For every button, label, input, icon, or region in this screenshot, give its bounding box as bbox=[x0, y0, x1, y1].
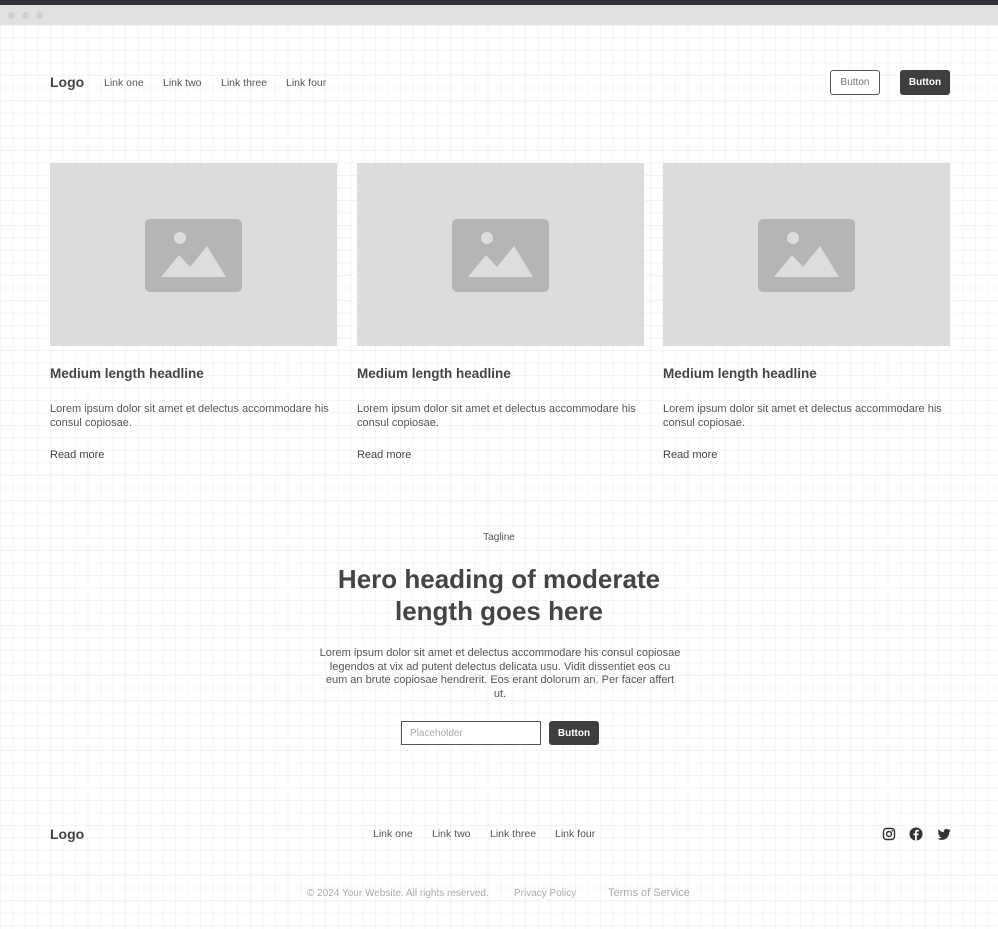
card-image bbox=[663, 163, 950, 346]
footer-link-two[interactable]: Link two bbox=[432, 828, 471, 840]
nav-link-three[interactable]: Link three bbox=[221, 77, 267, 89]
card-body-text: Lorem ipsum dolor sit amet et delectus a… bbox=[357, 403, 636, 429]
hero-body-text: Lorem ipsum dolor sit amet et delectus a… bbox=[319, 647, 681, 701]
footer-copyright: © 2024 Your Website. All rights reserved… bbox=[307, 888, 489, 899]
image-placeholder-icon bbox=[758, 219, 855, 292]
footer-logo[interactable]: Logo bbox=[50, 826, 84, 842]
hero-heading: Hero heading of moderate length goes her… bbox=[337, 564, 661, 626]
card-headline: Medium length headline bbox=[50, 366, 204, 381]
card-read-more-link[interactable]: Read more bbox=[357, 449, 411, 461]
card-read-more-link[interactable]: Read more bbox=[50, 449, 104, 461]
footer-link-three[interactable]: Link three bbox=[490, 828, 536, 840]
nav-link-two[interactable]: Link two bbox=[163, 77, 202, 89]
browser-chrome bbox=[0, 5, 998, 25]
nav-link-four[interactable]: Link four bbox=[286, 77, 326, 89]
twitter-icon[interactable] bbox=[937, 827, 951, 841]
image-placeholder-icon bbox=[452, 219, 549, 292]
hero-tagline: Tagline bbox=[483, 532, 515, 543]
hero-email-input[interactable] bbox=[401, 721, 541, 745]
header-secondary-button[interactable]: Button bbox=[830, 70, 880, 95]
instagram-icon[interactable] bbox=[882, 827, 896, 841]
card-headline: Medium length headline bbox=[663, 366, 817, 381]
window-dot-icon[interactable] bbox=[36, 12, 43, 19]
header-logo[interactable]: Logo bbox=[50, 74, 84, 90]
footer-link-four[interactable]: Link four bbox=[555, 828, 595, 840]
hero-submit-button[interactable]: Button bbox=[549, 721, 599, 745]
window-dot-icon[interactable] bbox=[8, 12, 15, 19]
card-image bbox=[50, 163, 337, 346]
window-dot-icon[interactable] bbox=[22, 12, 29, 19]
card-image bbox=[357, 163, 644, 346]
nav-link-one[interactable]: Link one bbox=[104, 77, 144, 89]
card-body-text: Lorem ipsum dolor sit amet et delectus a… bbox=[50, 403, 329, 429]
facebook-icon[interactable] bbox=[909, 827, 923, 841]
footer-link-one[interactable]: Link one bbox=[373, 828, 413, 840]
terms-of-service-link[interactable]: Terms of Service bbox=[608, 887, 690, 899]
card-read-more-link[interactable]: Read more bbox=[663, 449, 717, 461]
image-placeholder-icon bbox=[145, 219, 242, 292]
card-body-text: Lorem ipsum dolor sit amet et delectus a… bbox=[663, 403, 942, 429]
header-primary-button[interactable]: Button bbox=[900, 70, 950, 95]
card-headline: Medium length headline bbox=[357, 366, 511, 381]
privacy-policy-link[interactable]: Privacy Policy bbox=[514, 888, 576, 899]
